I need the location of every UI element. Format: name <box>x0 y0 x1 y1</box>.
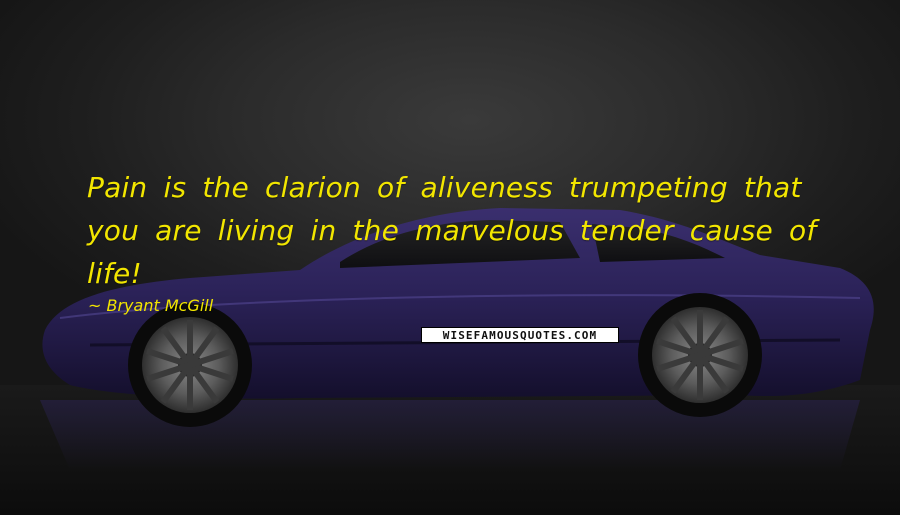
quote-card: Pain is the clarion of aliveness trumpet… <box>0 0 900 515</box>
rear-wheel <box>638 293 762 417</box>
quote-author: ~ Bryant McGill <box>88 296 213 316</box>
author-name: Bryant McGill <box>106 296 214 315</box>
quote-text: Pain is the clarion of aliveness trumpet… <box>87 171 817 290</box>
front-wheel <box>128 303 252 427</box>
watermark-logo: WISEFAMOUSQUOTES.COM <box>421 327 619 343</box>
author-prefix: ~ <box>88 296 102 315</box>
